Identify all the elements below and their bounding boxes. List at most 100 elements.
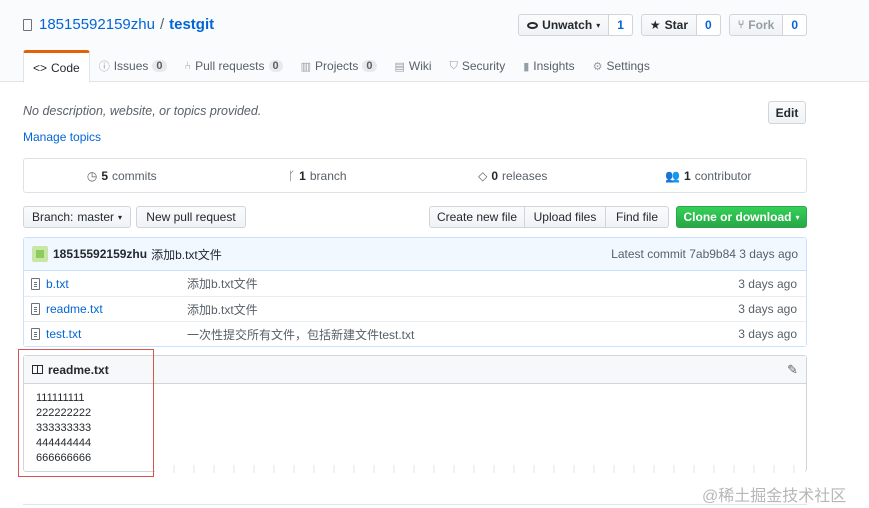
manage-topics-link[interactable]: Manage topics <box>23 130 101 144</box>
table-row: test.txt 一次性提交所有文件，包括新建文件test.txt 3 days… <box>24 321 806 346</box>
tab-settings[interactable]: ⚙ Settings <box>584 50 659 82</box>
avatar[interactable] <box>32 246 48 262</box>
people-icon: 👥 <box>665 168 681 183</box>
pencil-icon[interactable]: ✎ <box>787 362 798 378</box>
star-group: ★ Star 0 <box>640 14 721 36</box>
tab-projects-label: Projects <box>315 59 359 73</box>
tab-issues-label: Issues <box>113 59 149 73</box>
file-rows: b.txt 添加b.txt文件 3 days ago readme.txt 添加… <box>24 271 806 346</box>
tab-pull-requests-counter: 0 <box>268 60 283 72</box>
tab-pull-requests[interactable]: ⑃ Pull requests 0 <box>176 50 292 82</box>
unwatch-button[interactable]: Unwatch ▾ <box>518 14 610 36</box>
tag-icon: ◇ <box>478 168 488 183</box>
file-commit-message-link[interactable]: 一次性提交所有文件，包括新建文件test.txt <box>187 326 414 343</box>
repo-owner-link[interactable]: 18515592159zhu <box>39 16 155 33</box>
repo-icon <box>23 18 32 31</box>
find-file-button[interactable]: Find file <box>606 206 669 228</box>
file-name-link[interactable]: readme.txt <box>46 302 181 316</box>
branch-select-button[interactable]: Branch: master ▾ <box>23 206 131 228</box>
file-name-link[interactable]: b.txt <box>46 277 181 291</box>
commit-sha-link[interactable]: 7ab9b84 <box>689 247 736 261</box>
caret-down-icon: ▾ <box>118 212 123 222</box>
caret-down-icon: ▾ <box>596 20 601 30</box>
commits-summary[interactable]: ◷ 5 commits <box>24 159 220 192</box>
file-age: 3 days ago <box>738 327 797 341</box>
file-age: 3 days ago <box>738 302 797 316</box>
file-commit-message-link[interactable]: 添加b.txt文件 <box>187 301 258 318</box>
unwatch-label: Unwatch <box>542 18 593 32</box>
code-icon: <> <box>33 60 48 75</box>
releases-count: 0 <box>491 168 499 183</box>
fork-group: ⑂ Fork 0 <box>728 14 807 36</box>
clone-or-download-label: Clone or download <box>683 210 792 224</box>
file-name-link[interactable]: test.txt <box>46 327 181 341</box>
create-new-file-button[interactable]: Create new file <box>429 206 525 228</box>
tab-insights-label: Insights <box>533 59 575 73</box>
forks-count[interactable]: 0 <box>783 14 807 36</box>
table-row: readme.txt 添加b.txt文件 3 days ago <box>24 296 806 321</box>
contributors-summary[interactable]: 👥 1 contributor <box>611 159 807 192</box>
commit-author-link[interactable]: 18515592159zhu <box>53 247 147 261</box>
upload-files-button[interactable]: Upload files <box>525 206 606 228</box>
latest-commit-label: Latest commit <box>611 247 686 261</box>
eye-icon <box>527 21 539 29</box>
caret-down-icon: ▾ <box>795 212 800 222</box>
edit-button[interactable]: Edit <box>768 101 806 124</box>
repo-title-separator: / <box>159 16 165 33</box>
tab-security-label: Security <box>461 59 506 73</box>
table-row: b.txt 添加b.txt文件 3 days ago <box>24 271 806 296</box>
stargazers-count[interactable]: 0 <box>697 14 721 36</box>
tab-issues[interactable]: ⓘ Issues 0 <box>90 50 176 82</box>
contributors-count: 1 <box>684 168 691 183</box>
file-commit-message-link[interactable]: 添加b.txt文件 <box>187 275 258 292</box>
tab-settings-label: Settings <box>606 59 650 73</box>
watchers-count[interactable]: 1 <box>609 14 633 36</box>
file-icon <box>31 328 40 340</box>
commits-label: commits <box>112 168 157 183</box>
file-table: 18515592159zhu 添加b.txt文件 Latest commit 7… <box>23 237 807 347</box>
file-age: 3 days ago <box>738 276 797 291</box>
gear-icon: ⚙ <box>592 60 603 73</box>
book-icon: ▤ <box>394 60 405 73</box>
commit-tease: 18515592159zhu 添加b.txt文件 Latest commit 7… <box>24 238 806 271</box>
repo-nav-tabs: <> Code ⓘ Issues 0 ⑃ Pull requests 0 ▥ P… <box>23 50 659 83</box>
bottom-divider <box>23 504 807 505</box>
tab-security[interactable]: ⛉ Security <box>441 50 515 82</box>
tab-wiki-label: Wiki <box>408 59 432 73</box>
shield-icon: ⛉ <box>449 59 458 72</box>
tab-pull-requests-label: Pull requests <box>195 59 265 73</box>
new-pull-request-button[interactable]: New pull request <box>136 206 246 228</box>
latest-commit-age: 3 days ago <box>739 247 798 261</box>
issue-icon: ⓘ <box>98 61 110 73</box>
fork-icon: ⑂ <box>737 19 745 31</box>
file-icon <box>31 303 40 315</box>
project-icon: ▥ <box>300 60 312 73</box>
screenshot-fade <box>155 465 805 473</box>
history-icon: ◷ <box>86 168 98 183</box>
repo-description: No description, website, or topics provi… <box>23 104 262 118</box>
tab-insights[interactable]: ▮ Insights <box>514 50 583 82</box>
fork-label: Fork <box>748 18 775 32</box>
watch-group: Unwatch ▾ 1 <box>518 14 633 36</box>
branch-select-name: master <box>77 210 115 224</box>
tab-code[interactable]: <> Code <box>23 50 90 83</box>
branches-summary[interactable]: ᚴ 1 branch <box>220 159 416 192</box>
repo-title: 18515592159zhu / testgit <box>23 16 214 33</box>
repo-actions: Unwatch ▾ 1 ★ Star 0 ⑂ Fork 0 <box>518 14 807 36</box>
star-label: Star <box>664 18 688 32</box>
star-button[interactable]: ★ Star <box>640 14 697 36</box>
watermark: @稀土掘金技术社区 <box>702 488 847 505</box>
tab-projects[interactable]: ▥ Projects 0 <box>292 50 386 82</box>
branches-count: 1 <box>299 168 306 183</box>
repo-header: 18515592159zhu / testgit Unwatch ▾ 1 ★ S… <box>0 0 869 83</box>
file-icon <box>31 277 40 290</box>
fork-button[interactable]: ⑂ Fork <box>728 14 784 36</box>
commits-count: 5 <box>101 168 108 183</box>
tab-wiki[interactable]: ▤ Wiki <box>386 50 441 82</box>
star-icon: ★ <box>649 18 661 32</box>
repo-name-link[interactable]: testgit <box>169 16 214 33</box>
commit-message-link[interactable]: 添加b.txt文件 <box>151 246 222 263</box>
clone-or-download-button[interactable]: Clone or download ▾ <box>676 206 807 228</box>
branches-label: branch <box>309 168 347 183</box>
releases-summary[interactable]: ◇ 0 releases <box>415 159 611 192</box>
